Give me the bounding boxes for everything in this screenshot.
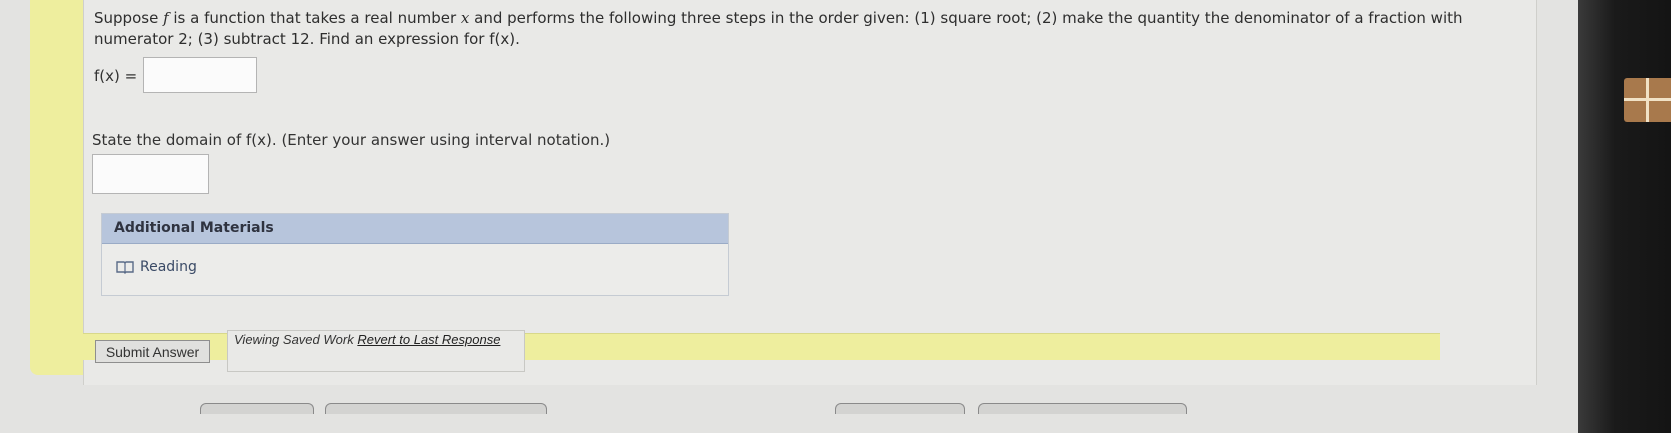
fx-answer-input[interactable] (143, 57, 257, 93)
domain-answer-input[interactable] (92, 154, 209, 194)
materials-header: Additional Materials (102, 214, 728, 244)
viewing-saved-work-label: Viewing Saved Work (234, 332, 354, 347)
reading-link[interactable]: Reading (116, 259, 197, 275)
bottom-control-1 (200, 403, 314, 414)
fx-expression: f(x) (489, 30, 516, 48)
question-text: Suppose f is a function that takes a rea… (94, 9, 1463, 48)
book-icon (116, 261, 134, 274)
additional-materials-panel: Additional Materials Reading (101, 213, 729, 296)
fx-label: f(x) = (94, 67, 138, 85)
bottom-control-3 (835, 403, 965, 414)
domain-question: State the domain of f(x). (Enter your an… (92, 131, 611, 149)
domain-fx-expression: f(x) (246, 131, 272, 149)
question-panel: Suppose f is a function that takes a rea… (83, 0, 1537, 385)
revert-link[interactable]: Revert to Last Response (357, 332, 500, 347)
bottom-control-4 (978, 403, 1187, 414)
bottom-control-2 (325, 403, 547, 414)
screen-edge (1578, 0, 1671, 433)
window-tab-icon (1624, 78, 1671, 122)
saved-work-text: Viewing Saved Work Revert to Last Respon… (234, 332, 500, 347)
submit-answer-button[interactable]: Submit Answer (95, 340, 210, 363)
reading-label: Reading (140, 259, 197, 275)
question-marker-strip (30, 0, 85, 375)
